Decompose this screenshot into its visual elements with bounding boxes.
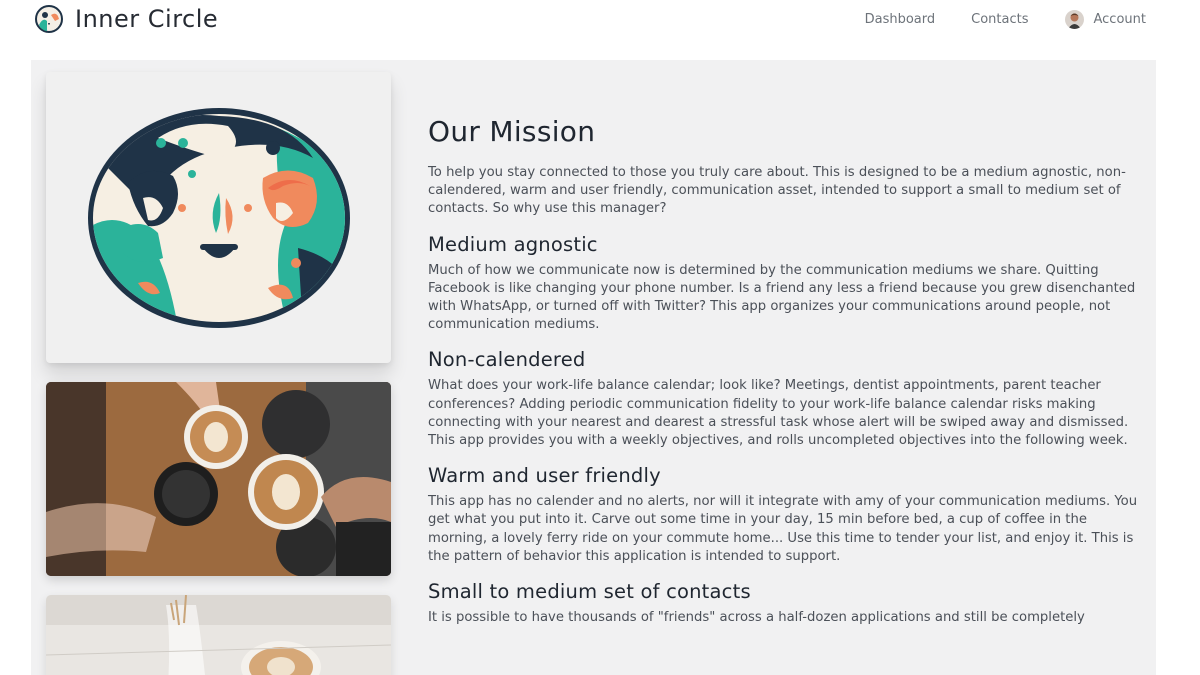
mission-intro: To help you stay connected to those you … bbox=[428, 165, 1126, 217]
section-body: It is possible to have thousands of "fri… bbox=[428, 610, 1085, 626]
top-navbar: Inner Circle Dashboard Contacts Account bbox=[0, 0, 1200, 40]
mission-content: Our Mission To help you stay connected t… bbox=[428, 115, 1148, 641]
section-body: Much of how we communicate now is determ… bbox=[428, 262, 1136, 333]
section-heading: Medium agnostic bbox=[428, 232, 598, 256]
brand[interactable]: Inner Circle bbox=[35, 5, 218, 33]
section-heading: Non-calendered bbox=[428, 348, 586, 372]
section-heading: Small to medium set of contacts bbox=[428, 580, 751, 604]
nav-account-link[interactable]: Account bbox=[1064, 10, 1147, 29]
globe-people-icon bbox=[35, 5, 63, 33]
section-heading: Warm and user friendly bbox=[428, 464, 661, 488]
friends-illustration bbox=[88, 108, 350, 328]
illustration-card bbox=[46, 72, 391, 363]
nav-links: Dashboard Contacts Account bbox=[865, 10, 1146, 29]
brand-name: Inner Circle bbox=[75, 5, 219, 33]
page-title: Our Mission bbox=[428, 115, 596, 148]
section-body: This app has no calender and no alerts, … bbox=[428, 494, 1138, 564]
nav-dashboard-link[interactable]: Dashboard bbox=[865, 12, 936, 27]
avatar bbox=[1064, 10, 1084, 29]
coffee-table-photo bbox=[46, 595, 391, 675]
account-label: Account bbox=[1093, 12, 1147, 27]
main-panel: Our Mission To help you stay connected t… bbox=[31, 60, 1156, 675]
coffee-cheers-photo bbox=[46, 382, 391, 576]
nav-contacts-link[interactable]: Contacts bbox=[971, 12, 1028, 27]
section-body: What does your work-life balance calenda… bbox=[428, 378, 1129, 449]
